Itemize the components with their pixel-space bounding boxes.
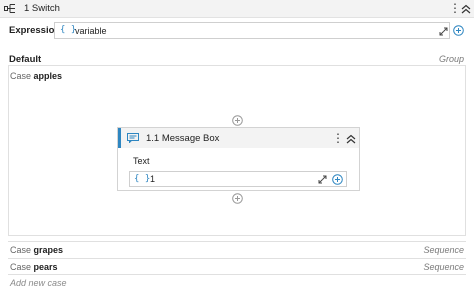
add-expression-plus-icon[interactable]	[453, 25, 464, 36]
case-apples-label[interactable]: Case apples	[10, 71, 62, 81]
case-keyword: Case	[10, 245, 32, 255]
collapse-icon[interactable]	[461, 4, 471, 14]
add-new-case-link[interactable]: Add new case	[10, 278, 67, 288]
expression-value: variable	[75, 26, 107, 36]
kebab-menu-icon[interactable]: ⋮	[332, 132, 344, 144]
case-name: grapes	[33, 245, 64, 255]
case-grapes-label: Case grapes	[10, 245, 63, 255]
insert-activity-plus-icon[interactable]	[232, 115, 243, 126]
case-name: apples	[33, 71, 63, 81]
sequence-label: Sequence	[423, 245, 464, 255]
message-box-icon	[127, 133, 139, 143]
case-keyword: Case	[10, 71, 32, 81]
message-box-header: 1.1 Message Box ⋮	[118, 128, 359, 148]
sequence-label: Sequence	[423, 262, 464, 272]
message-box-title: 1.1 Message Box	[146, 133, 220, 144]
collapse-icon[interactable]	[346, 134, 356, 144]
expand-editor-icon[interactable]	[318, 175, 327, 184]
expression-label: Expression	[9, 25, 61, 36]
expand-editor-icon[interactable]	[439, 27, 448, 36]
case-pears-row[interactable]: Case pears Sequence	[8, 258, 466, 275]
expression-input[interactable]: { } variable	[54, 22, 450, 39]
group-label: Group	[439, 54, 465, 64]
message-box-activity[interactable]: 1.1 Message Box ⋮ Text { } 1	[117, 127, 360, 191]
kebab-menu-icon[interactable]: ⋮	[449, 2, 461, 14]
switch-header: 1 Switch ⋮	[0, 0, 474, 18]
activity-title: 1 Switch	[24, 3, 60, 14]
case-keyword: Case	[10, 262, 32, 272]
insert-activity-plus-icon[interactable]	[232, 193, 243, 204]
case-grapes-row[interactable]: Case grapes Sequence	[8, 241, 466, 257]
add-text-plus-icon[interactable]	[332, 174, 343, 185]
text-property-label: Text	[133, 156, 150, 166]
expression-type-icon[interactable]: { }	[60, 25, 76, 35]
default-label: Default	[9, 54, 42, 65]
case-name: pears	[33, 262, 58, 272]
case-pears-label: Case pears	[10, 262, 58, 272]
text-property-value: 1	[150, 174, 156, 184]
text-type-icon[interactable]: { }	[134, 174, 150, 184]
text-property-input[interactable]: { } 1	[129, 171, 347, 187]
switch-icon	[4, 4, 15, 13]
